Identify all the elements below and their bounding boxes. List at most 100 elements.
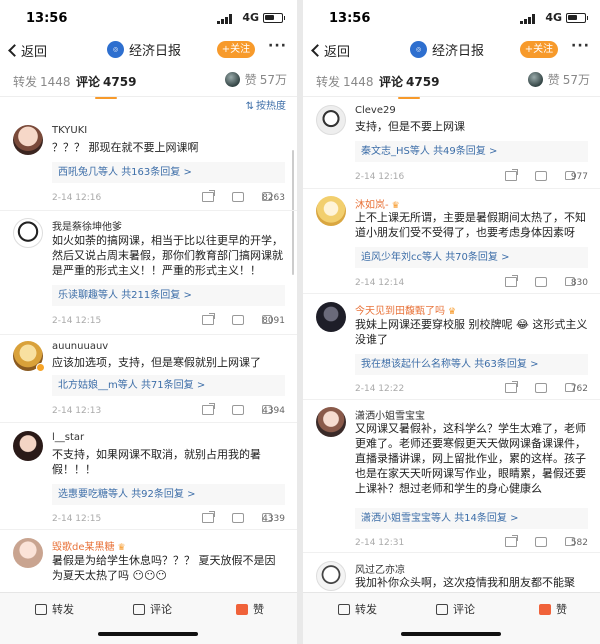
- reply-summary[interactable]: 秦文志_HS等人 共49条回复 >: [355, 141, 588, 162]
- reply-summary[interactable]: 乐读聊趣等人 共211条回复 >: [52, 285, 285, 306]
- sort-toggle[interactable]: ⇅ 按热度: [0, 97, 297, 117]
- comment-username[interactable]: 今天见到田馥甄了吗 ♛: [355, 302, 456, 317]
- avatar[interactable]: [13, 218, 43, 248]
- comment-item: 我是蔡徐坤他爹 如火如荼的搞网课，相当于比以往更早的开学，然后又说占周末暑假，那…: [0, 211, 297, 335]
- follow-button[interactable]: +关注: [520, 41, 558, 58]
- avatar[interactable]: [316, 407, 346, 437]
- reply-users: 秦文志_HS等人: [361, 146, 430, 157]
- comment-username[interactable]: Cleve29: [355, 105, 396, 116]
- tab-comment-count: 4759: [406, 75, 440, 89]
- account-header[interactable]: ◎ 经济日报: [107, 40, 181, 59]
- avatar[interactable]: [316, 302, 346, 332]
- comment-username[interactable]: l__star: [52, 432, 84, 443]
- comment-item: auunuuauv 应该加选项，支持，但是寒假就别上网课了 北方姑娘__m等人 …: [0, 335, 297, 423]
- comment-date: 2-14 12:14: [355, 278, 405, 288]
- comment-username[interactable]: TKYUKI: [52, 125, 87, 136]
- repost-button[interactable]: 转发: [338, 601, 377, 617]
- avatar[interactable]: [13, 431, 43, 461]
- home-indicator[interactable]: [401, 632, 501, 636]
- back-label: 返回: [324, 45, 351, 60]
- reply-summary[interactable]: 追风少年刘cc等人 共70条回复 >: [355, 247, 588, 268]
- share-icon[interactable]: [505, 381, 518, 393]
- reply-icon[interactable]: [535, 537, 547, 547]
- share-icon: [35, 603, 47, 615]
- comment-meta: 2-14 12:13 4394: [52, 403, 285, 419]
- more-icon[interactable]: ···: [571, 38, 590, 54]
- comment-text: 不支持，如果网课不取消，就别占用我的暑假！！！: [52, 448, 261, 476]
- reply-summary[interactable]: 北方姑娘__m等人 共71条回复 >: [52, 375, 285, 396]
- comment-date: 2-14 12:16: [52, 193, 102, 203]
- comment-button[interactable]: 评论: [436, 601, 475, 617]
- reply-icon[interactable]: [232, 513, 244, 523]
- tab-comment[interactable]: 评论 4759: [76, 73, 136, 99]
- reply-icon[interactable]: [232, 405, 244, 415]
- reply-icon[interactable]: [535, 171, 547, 181]
- comment-username-text: 今天见到田馥甄了吗: [355, 306, 445, 317]
- avatar[interactable]: [13, 125, 43, 155]
- comment-date: 2-14 12:15: [52, 514, 102, 524]
- share-icon[interactable]: [202, 190, 215, 202]
- reply-users: 潇洒小姐雪宝宝等人: [361, 513, 451, 524]
- reply-icon[interactable]: [535, 383, 547, 393]
- share-icon[interactable]: [505, 275, 518, 287]
- share-icon[interactable]: [202, 511, 215, 523]
- comment-item: Cleve29 支持，但是不要上网课 秦文志_HS等人 共49条回复 > 2-1…: [303, 97, 600, 189]
- comment-username[interactable]: auunuuauv: [52, 341, 108, 352]
- reply-summary[interactable]: 西吼兔几等人 共163条回复 >: [52, 162, 285, 183]
- like-button[interactable]: 赞: [539, 601, 567, 617]
- more-icon[interactable]: ···: [268, 38, 287, 54]
- account-header[interactable]: ◎ 经济日报: [410, 40, 484, 59]
- reply-icon[interactable]: [535, 277, 547, 287]
- tab-repost[interactable]: 转发 1448: [13, 73, 71, 90]
- like-label: 赞: [556, 603, 567, 616]
- share-icon[interactable]: [505, 535, 518, 547]
- comment-username[interactable]: 风过乙亦凉: [355, 561, 405, 576]
- reply-count: 共49条回复 >: [433, 146, 498, 157]
- avatar[interactable]: [316, 105, 346, 135]
- comment-username[interactable]: 我是蔡徐坤他爹: [52, 218, 122, 233]
- reply-summary[interactable]: 选惠要吃糖等人 共92条回复 >: [52, 484, 285, 505]
- share-icon[interactable]: [202, 313, 215, 325]
- liker-avatar: [527, 72, 543, 87]
- comment-username[interactable]: 沐如岚- ♛: [355, 196, 400, 211]
- tab-like[interactable]: 赞 57万: [224, 71, 287, 88]
- like-count: 8263: [262, 193, 285, 203]
- reply-summary[interactable]: 潇洒小姐雪宝宝等人 共14条回复 >: [355, 508, 588, 529]
- like-button[interactable]: 赞: [236, 601, 264, 617]
- reply-summary[interactable]: 我在想该起什么名称等人 共63条回复 >: [355, 354, 588, 375]
- comment-date: 2-14 12:15: [52, 316, 102, 326]
- reply-icon[interactable]: [232, 192, 244, 202]
- comment-item: 今天见到田馥甄了吗 ♛ 我妹上网课还要穿校服 别校牌呢 😂 这形式主义没谁了 我在…: [303, 294, 600, 400]
- reply-users: 乐读聊趣等人: [58, 290, 118, 301]
- like-label: 赞: [253, 603, 264, 616]
- comment-text: 如火如荼的搞网课，相当于比以往更早的开学，然后又说占周末暑假，那你们教育部门搞网…: [52, 234, 283, 277]
- tab-comment[interactable]: 评论 4759: [379, 73, 440, 99]
- home-indicator[interactable]: [98, 632, 198, 636]
- like-icon: [236, 603, 248, 615]
- tab-repost[interactable]: 转发 1448: [316, 73, 374, 90]
- avatar[interactable]: [316, 196, 346, 226]
- reply-icon[interactable]: [232, 315, 244, 325]
- chevron-left-icon: [311, 44, 324, 57]
- comment-username[interactable]: 潇洒小姐雪宝宝: [355, 407, 425, 422]
- repost-button[interactable]: 转发: [35, 601, 74, 617]
- follow-button[interactable]: +关注: [217, 41, 255, 58]
- share-icon[interactable]: [505, 169, 518, 181]
- comment-button[interactable]: 评论: [133, 601, 172, 617]
- comment-date: 2-14 12:16: [355, 172, 405, 182]
- tab-like[interactable]: 赞 57万: [527, 71, 590, 88]
- comment-text: 上不上课无所谓，主要是暑假期间太热了，不知道小朋友们受不受得了，也要考虑身体因素…: [355, 211, 586, 239]
- reply-users: 北方姑娘__m等人: [58, 380, 138, 391]
- status-time: 13:56: [329, 11, 371, 26]
- tab-like-label: 赞: [244, 73, 257, 87]
- share-icon[interactable]: [202, 403, 215, 415]
- avatar[interactable]: [316, 561, 346, 591]
- comment-text: 支持，但是不要上网课: [355, 120, 465, 133]
- comment-text: 暑假是为给学生休息吗？？？ 夏天放假不是因为夏天太热了吗 😶😶😶: [52, 554, 276, 582]
- back-button[interactable]: 返回: [311, 41, 351, 60]
- avatar[interactable]: [13, 538, 43, 568]
- comment-username[interactable]: 毁歌de某黑糖 ♛: [52, 538, 126, 553]
- tab-like-count: 57万: [259, 73, 287, 87]
- back-button[interactable]: 返回: [8, 41, 47, 60]
- account-logo: ◎: [410, 41, 427, 58]
